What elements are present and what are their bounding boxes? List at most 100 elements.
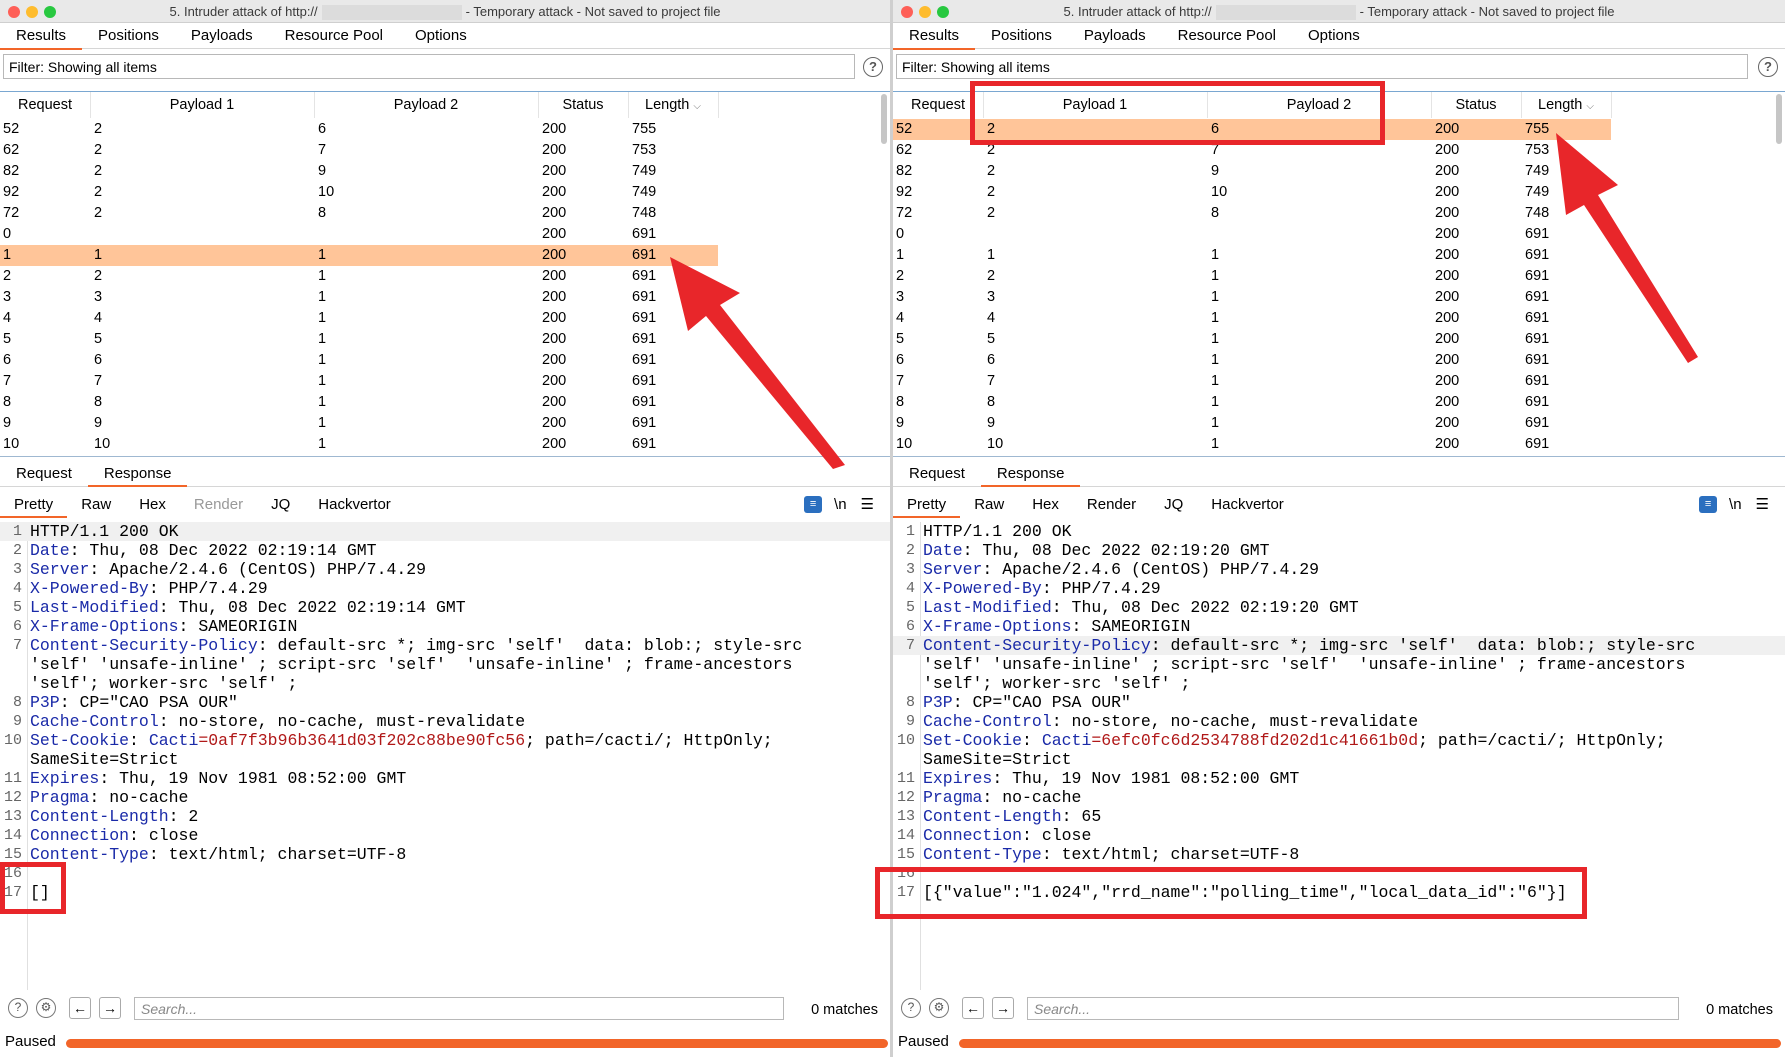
view-tab-pretty[interactable]: Pretty: [0, 490, 68, 518]
table-row[interactable]: 3 3 1 200 691: [893, 287, 1785, 308]
table-row[interactable]: 92 2 10 200 749: [0, 182, 890, 203]
tab-payloads[interactable]: Payloads: [1068, 23, 1162, 48]
table-row[interactable]: 7 7 1 200 691: [893, 371, 1785, 392]
view-tab-jq[interactable]: JQ: [257, 490, 304, 516]
status-bar: Paused: [893, 1030, 1785, 1054]
help-icon[interactable]: ?: [1758, 57, 1778, 77]
table-row[interactable]: 72 2 8 200 748: [893, 203, 1785, 224]
table-row[interactable]: 62 2 7 200 753: [0, 140, 890, 161]
table-row[interactable]: 4 4 1 200 691: [0, 308, 890, 329]
column-header-p1[interactable]: Payload 1: [90, 92, 315, 118]
table-row[interactable]: 6 6 1 200 691: [893, 350, 1785, 371]
help-icon[interactable]: ?: [8, 998, 28, 1018]
newline-icon[interactable]: \n: [834, 496, 847, 513]
view-tab-raw[interactable]: Raw: [67, 490, 125, 516]
tab-positions[interactable]: Positions: [975, 23, 1068, 48]
table-row[interactable]: 2 2 1 200 691: [0, 266, 890, 287]
table-row[interactable]: 52 2 6 200 755: [0, 119, 890, 140]
table-row[interactable]: 10 10 1 200 691: [0, 434, 890, 455]
table-row[interactable]: 1 1 1 200 691: [893, 245, 1785, 266]
arrow-right-icon[interactable]: →: [992, 997, 1014, 1019]
column-header-status[interactable]: Status: [1431, 92, 1522, 118]
filter-bar[interactable]: Filter: Showing all items: [896, 54, 1748, 79]
table-row[interactable]: 82 2 9 200 749: [893, 161, 1785, 182]
line-number: 4: [905, 580, 915, 597]
arrow-left-icon[interactable]: ←: [962, 997, 984, 1019]
column-header-p2[interactable]: Payload 2: [314, 92, 539, 118]
view-tab-hackvertor[interactable]: Hackvertor: [1197, 490, 1298, 516]
search-input[interactable]: Search...: [1027, 997, 1679, 1020]
view-tab-render[interactable]: Render: [180, 490, 257, 516]
table-row[interactable]: 3 3 1 200 691: [0, 287, 890, 308]
view-tab-hackvertor[interactable]: Hackvertor: [304, 490, 405, 516]
header-name: Expires: [30, 769, 100, 788]
word-wrap-icon[interactable]: ≡: [1699, 495, 1718, 513]
filter-bar[interactable]: Filter: Showing all items: [3, 54, 855, 79]
line-content: SameSite=Strict: [30, 750, 179, 769]
tab-options[interactable]: Options: [399, 23, 483, 48]
tab-request[interactable]: Request: [0, 459, 88, 485]
tab-options[interactable]: Options: [1292, 23, 1376, 48]
line-content: X-Powered-By: PHP/7.4.29: [30, 579, 268, 598]
table-row[interactable]: 82 2 9 200 749: [0, 161, 890, 182]
view-tab-render[interactable]: Render: [1073, 490, 1150, 516]
table-row[interactable]: 2 2 1 200 691: [893, 266, 1785, 287]
view-tab-hex[interactable]: Hex: [1018, 490, 1073, 516]
tab-request[interactable]: Request: [893, 459, 981, 485]
code-line: 11 Expires: Thu, 19 Nov 1981 08:52:00 GMT: [893, 769, 1785, 788]
tab-response[interactable]: Response: [87, 459, 188, 487]
tab-response[interactable]: Response: [980, 459, 1081, 487]
help-icon[interactable]: ?: [901, 998, 921, 1018]
table-row[interactable]: 8 8 1 200 691: [0, 392, 890, 413]
newline-icon[interactable]: \n: [1729, 496, 1742, 513]
view-tab-jq[interactable]: JQ: [1150, 490, 1197, 516]
line-number: 2: [12, 542, 22, 559]
line-content: Set-Cookie: Cacti=6efc0fc6d2534788fd202d…: [923, 731, 1666, 750]
header-value: : Thu, 08 Dec 2022 02:19:14 GMT: [158, 598, 466, 617]
line-content: SameSite=Strict: [923, 750, 1072, 769]
menu-icon[interactable]: ☰: [1756, 495, 1769, 513]
table-scrollbar[interactable]: [881, 94, 887, 144]
table-row[interactable]: 1 1 1 200 691: [0, 245, 890, 266]
table-row[interactable]: 5 5 1 200 691: [893, 329, 1785, 350]
table-row[interactable]: 10 10 1 200 691: [893, 434, 1785, 455]
table-row[interactable]: 4 4 1 200 691: [893, 308, 1785, 329]
view-tab-raw[interactable]: Raw: [960, 490, 1018, 516]
tab-payloads[interactable]: Payloads: [175, 23, 269, 48]
table-row[interactable]: 8 8 1 200 691: [893, 392, 1785, 413]
tab-resource-pool[interactable]: Resource Pool: [1162, 23, 1292, 48]
table-row[interactable]: 5 5 1 200 691: [0, 329, 890, 350]
tab-positions[interactable]: Positions: [82, 23, 175, 48]
table-cell: 200: [1435, 247, 1460, 263]
tab-results[interactable]: Results: [893, 23, 976, 50]
menu-icon[interactable]: ☰: [861, 495, 874, 513]
table-row[interactable]: 0 200 691: [893, 224, 1785, 245]
arrow-left-icon[interactable]: ←: [69, 997, 91, 1019]
table-row[interactable]: 9 9 1 200 691: [893, 413, 1785, 434]
view-tab-hex[interactable]: Hex: [125, 490, 180, 516]
table-row[interactable]: 92 2 10 200 749: [893, 182, 1785, 203]
line-content: HTTP/1.1 200 OK: [923, 522, 1072, 541]
view-tab-pretty[interactable]: Pretty: [893, 490, 961, 518]
table-row[interactable]: 7 7 1 200 691: [0, 371, 890, 392]
tab-results[interactable]: Results: [0, 23, 83, 50]
tab-resource-pool[interactable]: Resource Pool: [269, 23, 399, 48]
help-icon[interactable]: ?: [863, 57, 883, 77]
table-row[interactable]: 6 6 1 200 691: [0, 350, 890, 371]
column-header-status[interactable]: Status: [538, 92, 629, 118]
table-row[interactable]: 72 2 8 200 748: [0, 203, 890, 224]
header-name: Set-Cookie: [30, 731, 130, 750]
table-row[interactable]: 0 200 691: [0, 224, 890, 245]
column-header-request[interactable]: Request: [0, 92, 91, 118]
arrow-right-icon[interactable]: →: [99, 997, 121, 1019]
column-header-length[interactable]: Length ⌵: [1521, 92, 1612, 118]
response-editor[interactable]: 1 HTTP/1.1 200 OK 2 Date: Thu, 08 Dec 2022 …: [0, 522, 890, 990]
search-input[interactable]: Search...: [134, 997, 784, 1020]
column-header-length[interactable]: Length ⌵: [628, 92, 719, 118]
table-row[interactable]: 9 9 1 200 691: [0, 413, 890, 434]
response-editor[interactable]: 1 HTTP/1.1 200 OK 2 Date: Thu, 08 Dec 2022 …: [893, 522, 1785, 990]
gear-icon[interactable]: ⚙: [929, 998, 949, 1018]
word-wrap-icon[interactable]: ≡: [804, 495, 823, 513]
gear-icon[interactable]: ⚙: [36, 998, 56, 1018]
table-scrollbar[interactable]: [1776, 94, 1782, 144]
